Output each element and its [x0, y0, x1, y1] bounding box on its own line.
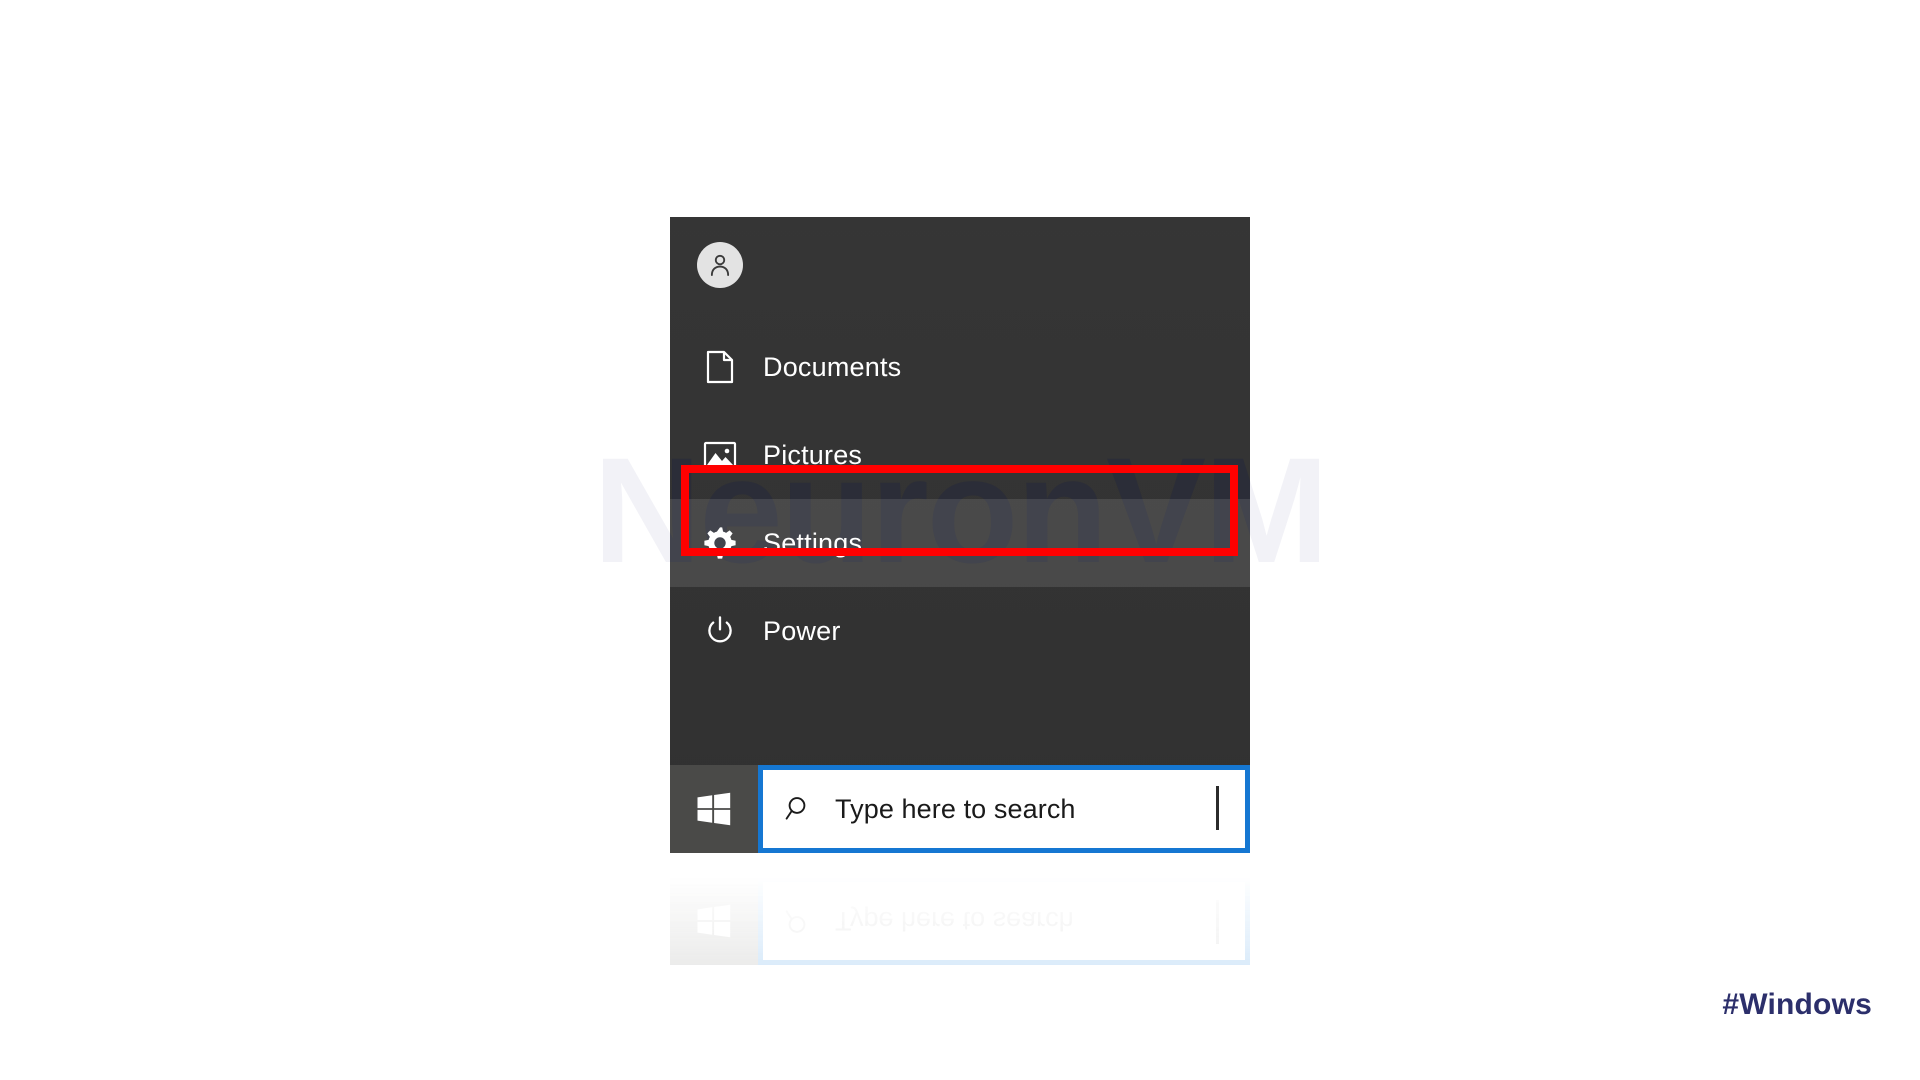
text-caret — [1216, 786, 1219, 830]
windows-logo-icon — [697, 792, 731, 826]
avatar[interactable] — [697, 242, 743, 288]
reflection-search-box: Type here to search — [758, 877, 1250, 965]
reflection-taskbar: Type here to search — [670, 877, 1250, 965]
start-menu-item-pictures[interactable]: Pictures — [670, 411, 1250, 499]
search-icon — [763, 794, 835, 824]
taskbar-search-box[interactable]: Type here to search — [758, 765, 1250, 853]
start-menu-list: Documents Pictures Settings Power — [670, 323, 1250, 675]
start-menu-item-label: Documents — [763, 351, 902, 382]
reflection-caret — [1216, 900, 1219, 944]
start-menu-panel: NeuronVM — [670, 217, 1250, 765]
account-row[interactable] — [670, 217, 1250, 317]
reflection-start-button — [670, 877, 758, 965]
power-icon — [698, 609, 742, 653]
start-menu-item-settings[interactable]: Settings — [670, 499, 1250, 587]
start-menu-item-label: Settings — [763, 527, 863, 558]
windows-start-menu-screenshot: NeuronVM — [670, 217, 1250, 877]
gear-icon — [698, 521, 742, 565]
hashtag-label: #Windows — [1722, 988, 1872, 1021]
windows-logo-icon — [697, 904, 731, 938]
start-button[interactable] — [670, 765, 758, 853]
taskbar: Type here to search — [670, 765, 1250, 853]
document-icon — [698, 345, 742, 389]
start-menu-item-label: Pictures — [763, 439, 863, 470]
start-menu-item-label: Power — [763, 615, 841, 646]
user-avatar-icon — [710, 254, 730, 276]
start-menu-item-documents[interactable]: Documents — [670, 323, 1250, 411]
picture-icon — [698, 433, 742, 477]
reflection-search-text: Type here to search — [835, 906, 1074, 937]
screenshot-canvas: NeuronVM NeuronVM — [0, 0, 1920, 1080]
screenshot-reflection: Type here to search — [670, 877, 1250, 987]
start-menu-item-power[interactable]: Power — [670, 587, 1250, 675]
search-placeholder-text: Type here to search — [835, 793, 1076, 824]
search-icon — [763, 906, 835, 936]
